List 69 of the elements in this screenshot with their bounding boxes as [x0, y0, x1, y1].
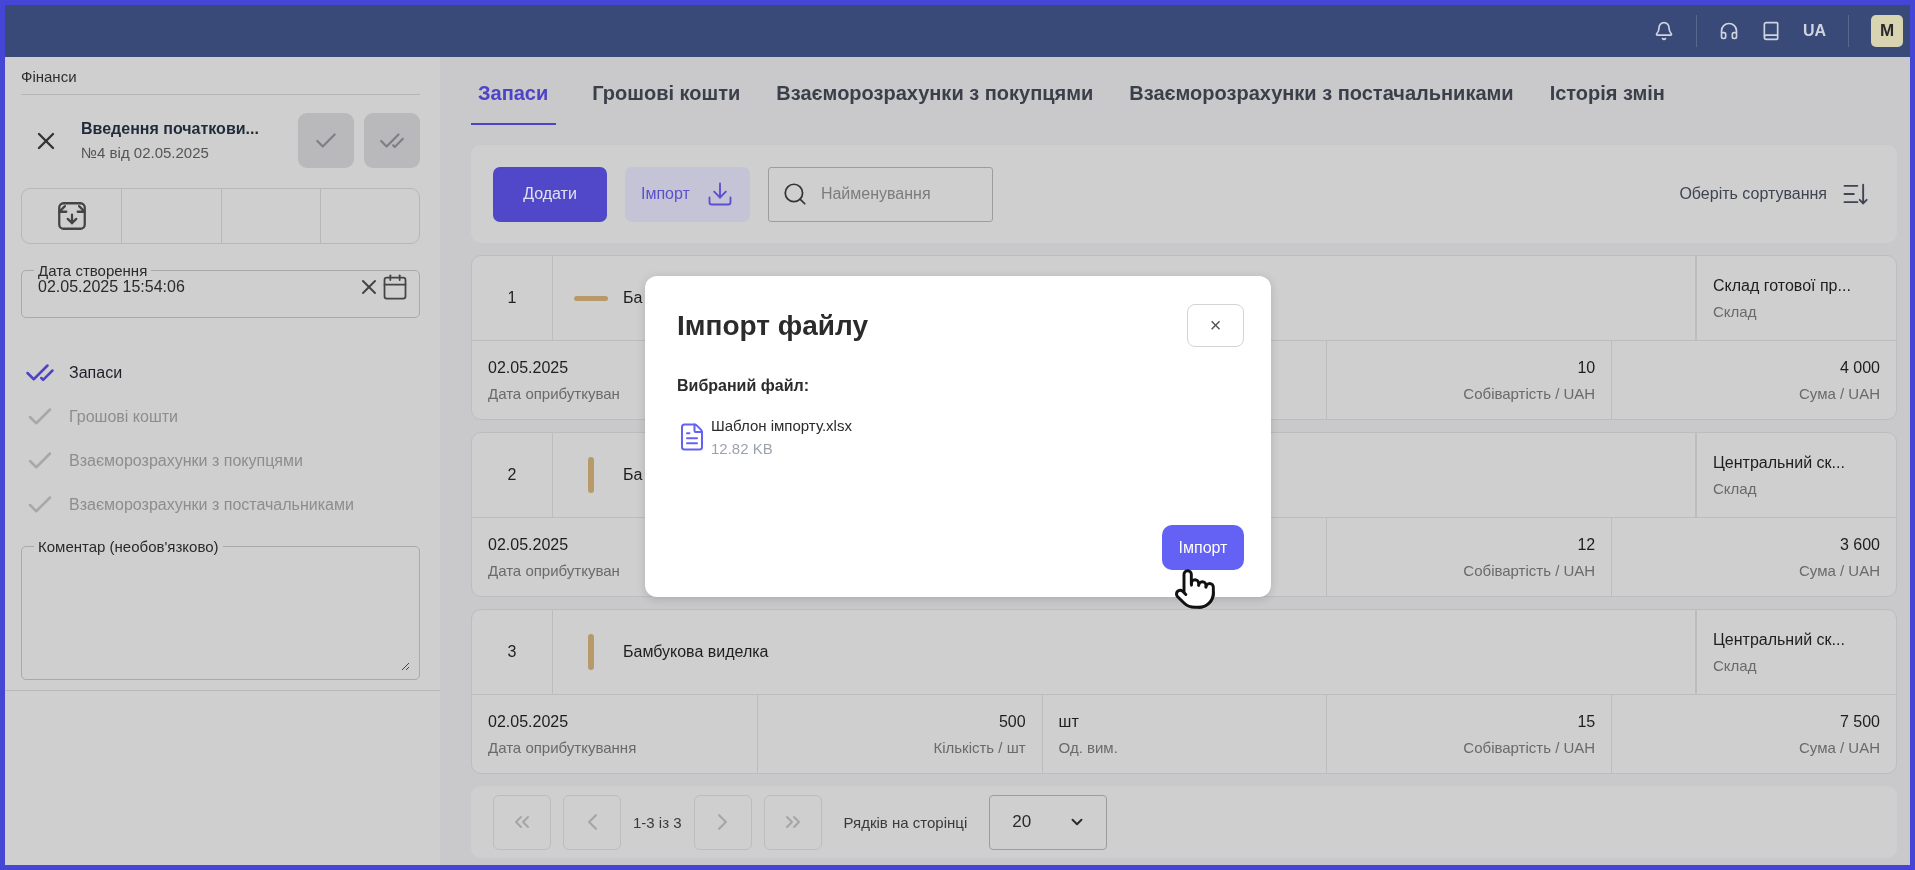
import-button[interactable]: Імпорт — [625, 166, 750, 222]
calendar-icon[interactable] — [381, 273, 409, 301]
photo-placeholder — [588, 457, 594, 493]
rows-per-page-select[interactable]: 20 — [989, 794, 1108, 850]
import-confirm-button[interactable]: Імпорт — [1162, 525, 1244, 570]
file-name: Шаблон імпорту.xlsx — [711, 417, 852, 434]
chevron-right-icon — [718, 814, 728, 830]
unit-label: Од. вим. — [1058, 738, 1118, 756]
tab[interactable]: Запаси — [471, 57, 557, 125]
date-value: 02.05.2025 — [488, 358, 569, 377]
page-range: 1-3 із 3 — [633, 813, 682, 831]
sum-label: Сума / UAH — [1799, 738, 1880, 756]
quantity-label: Кількість / шт — [933, 738, 1026, 756]
sum-value: 3 600 — [1839, 535, 1880, 554]
row-number: 2 — [506, 465, 518, 485]
bell-icon[interactable] — [1653, 21, 1674, 41]
tab[interactable]: Взаєморозрахунки з постачальниками — [1111, 57, 1532, 125]
search-field[interactable]: Найменування — [767, 166, 993, 222]
sum-label: Сума / UAH — [1799, 384, 1880, 402]
cost-label: Собівартість / UAH — [1463, 384, 1596, 402]
resize-grip-icon[interactable] — [401, 662, 409, 670]
warehouse-label: Склад — [1713, 479, 1757, 497]
document-subtitle: №4 від 02.05.2025 — [81, 144, 210, 161]
step-label[interactable]: Запаси — [69, 364, 123, 382]
cost-label: Собівартість / UAH — [1463, 561, 1596, 579]
chevron-left-icon — [587, 814, 597, 830]
section-title: Фінанси — [21, 57, 420, 95]
item-name: Бамбукова виделка — [623, 643, 769, 661]
unit-value: шт — [1058, 712, 1079, 731]
document-title: Введення початкови... — [81, 120, 260, 138]
warehouse-value: Центральний ск... — [1713, 453, 1845, 472]
tab[interactable]: Історія змін — [1531, 57, 1683, 125]
selected-file-label: Вибраний файл: — [677, 377, 810, 395]
cost-label: Собівартість / UAH — [1463, 738, 1596, 756]
sum-label: Сума / UAH — [1799, 561, 1880, 579]
cost-value: 15 — [1577, 712, 1596, 731]
warehouse-label: Склад — [1713, 656, 1757, 674]
quantity-value: 500 — [998, 712, 1026, 731]
warehouse-value: Склад готової пр... — [1713, 276, 1851, 295]
add-button[interactable]: Додати — [493, 166, 607, 222]
date-value: 02.05.2025 — [488, 535, 569, 554]
date-label: Дата оприбуткування — [488, 738, 637, 756]
sum-value: 4 000 — [1839, 358, 1880, 377]
date-label: Дата оприбуткуван — [488, 561, 620, 579]
search-icon — [781, 180, 808, 207]
row-number: 3 — [506, 642, 518, 662]
headset-icon[interactable] — [1718, 21, 1739, 41]
cost-value: 12 — [1577, 535, 1596, 554]
date-value: 02.05.2025 — [488, 712, 569, 731]
comment-field[interactable]: Коментар (необов'язково) — [21, 538, 420, 680]
sum-value: 7 500 — [1839, 712, 1880, 731]
photo-placeholder — [574, 295, 608, 301]
tab[interactable]: Взаєморозрахунки з покупцями — [758, 57, 1112, 125]
language-code[interactable]: UA — [1802, 22, 1826, 40]
user-avatar[interactable]: M — [1871, 15, 1903, 47]
sort-button[interactable]: Оберіть сортування — [1673, 179, 1875, 209]
item-name: Ба — [623, 289, 643, 307]
file-size: 12.82 KB — [711, 440, 774, 457]
tab[interactable]: Грошові кошти — [574, 57, 759, 125]
item-name: Ба — [623, 466, 643, 484]
date-label: Дата оприбуткуван — [488, 384, 620, 402]
rows-per-page-label: Рядків на сторінці — [843, 813, 968, 831]
photo-placeholder — [588, 634, 594, 670]
dialog-title: Імпорт файлу — [677, 309, 868, 342]
warehouse-value: Центральний ск... — [1713, 630, 1845, 649]
close-button[interactable]: × — [1187, 304, 1244, 347]
row-number: 1 — [506, 288, 518, 308]
cost-value: 10 — [1577, 358, 1596, 377]
warehouse-label: Склад — [1713, 302, 1757, 320]
